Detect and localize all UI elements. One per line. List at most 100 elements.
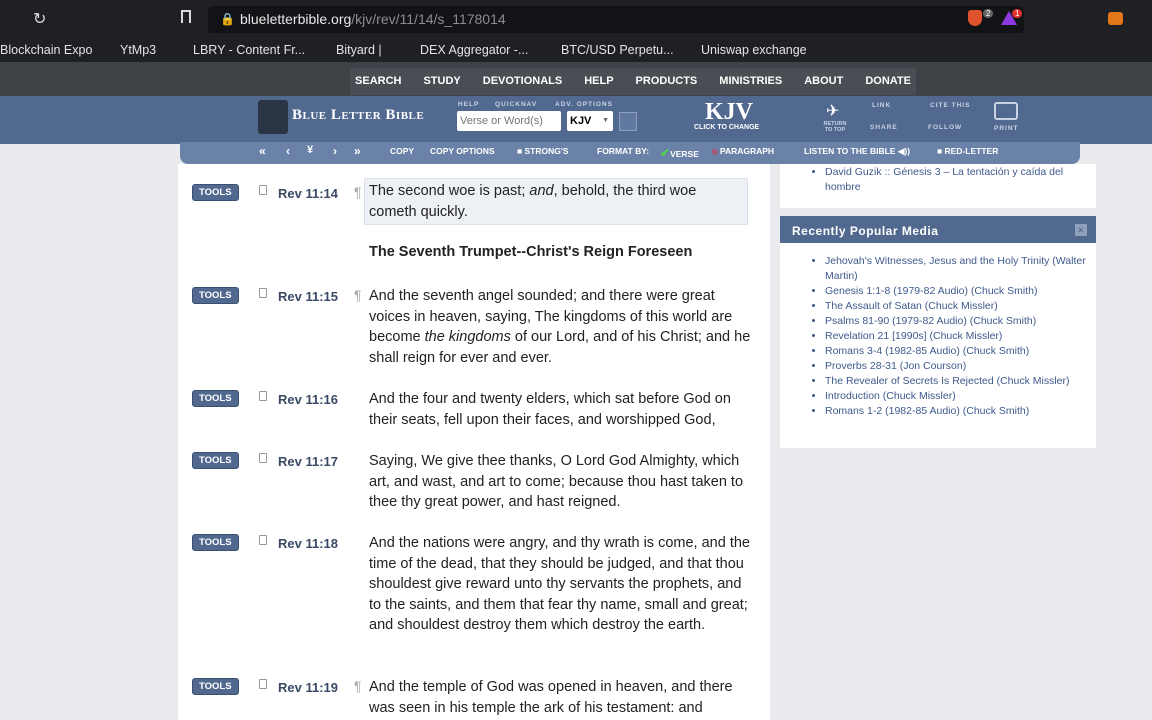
prohibited-icon: ⦸ xyxy=(712,146,718,156)
logo-text[interactable]: Blue Letter Bible xyxy=(292,107,424,124)
brave-shield-icon[interactable] xyxy=(968,10,982,26)
bookmark[interactable]: YtMp3 xyxy=(120,38,156,62)
return-to-top[interactable]: RETURN TO TOP xyxy=(820,121,850,133)
nav-products[interactable]: PRODUCTS xyxy=(625,68,709,95)
copy-button[interactable]: COPY xyxy=(390,146,414,156)
chapter-menu-button[interactable]: ¥ xyxy=(307,144,313,156)
media-item[interactable]: The Assault of Satan (Chuck Missler) xyxy=(825,299,1096,314)
nav-about[interactable]: ABOUT xyxy=(793,68,854,95)
help-link[interactable]: HELP xyxy=(458,101,479,108)
red-letter-toggle[interactable]: ■ RED-LETTER xyxy=(937,146,998,156)
bookmark[interactable]: BTC/USD Perpetu... xyxy=(561,38,674,62)
next-chapter-button[interactable]: › xyxy=(333,144,337,158)
site-nav: SEARCH STUDY DEVOTIONALS HELP PRODUCTS M… xyxy=(350,68,916,95)
listen-button[interactable]: LISTEN TO THE BIBLE ◀)) xyxy=(804,146,910,157)
verse-ref[interactable]: Rev 11:15 xyxy=(278,289,338,304)
nav-donate[interactable]: DONATE xyxy=(854,68,922,95)
share-button[interactable]: SHARE xyxy=(870,124,898,131)
tools-button[interactable]: TOOLS xyxy=(192,184,239,201)
bible-logo-icon[interactable] xyxy=(258,100,288,134)
go-button[interactable] xyxy=(619,112,637,131)
format-by-label: FORMAT BY: xyxy=(597,146,650,156)
verse-text: And the temple of God was opened in heav… xyxy=(369,679,733,716)
chevron-down-icon: ▼ xyxy=(602,117,609,124)
media-item[interactable]: Psalms 81-90 (1979-82 Audio) (Chuck Smit… xyxy=(825,314,1096,329)
verse-ref[interactable]: Rev 11:18 xyxy=(278,536,338,551)
metamask-icon[interactable] xyxy=(1108,12,1123,25)
search-input[interactable] xyxy=(457,111,561,131)
media-item[interactable]: Romans 1-2 (1982-85 Audio) (Chuck Smith) xyxy=(825,404,1096,419)
copy-icon[interactable] xyxy=(259,185,267,195)
tools-button[interactable]: TOOLS xyxy=(192,452,239,469)
media-item[interactable]: Introduction (Chuck Missler) xyxy=(825,389,1096,404)
tools-button[interactable]: TOOLS xyxy=(192,534,239,551)
first-chapter-button[interactable]: « xyxy=(259,144,266,158)
nav-search[interactable]: SEARCH xyxy=(344,68,412,95)
sidebar-prev-widget: David Guzik :: Génesis 3 – La tentación … xyxy=(780,164,1096,208)
bookmark-icon[interactable] xyxy=(181,10,191,23)
nav-devotionals[interactable]: DEVOTIONALS xyxy=(472,68,573,95)
check-icon: ✔ xyxy=(660,146,671,160)
copy-options-button[interactable]: COPY OPTIONS xyxy=(430,146,495,156)
reload-icon[interactable]: ↻ xyxy=(33,9,46,29)
cite-button[interactable]: CITE THIS xyxy=(930,102,970,109)
quicknav-link[interactable]: QUICKNAV xyxy=(495,101,537,108)
bookmark[interactable]: DEX Aggregator -... xyxy=(420,38,528,62)
speaker-icon: ◀)) xyxy=(897,146,911,156)
verse-ref[interactable]: Rev 11:14 xyxy=(278,186,338,201)
tools-button[interactable]: TOOLS xyxy=(192,287,239,304)
pilcrow-icon: ¶ xyxy=(354,678,362,694)
bookmark[interactable]: Blockchain Expo xyxy=(0,38,92,62)
close-icon[interactable]: × xyxy=(1075,224,1087,236)
follow-button[interactable]: FOLLOW xyxy=(928,124,962,131)
widget-title: Recently Popular Media × xyxy=(780,216,1096,243)
bookmark[interactable]: Uniswap exchange xyxy=(701,38,807,62)
version-select[interactable]: KJV ▼ xyxy=(567,111,613,131)
section-heading: The Seventh Trumpet--Christ's Reign Fore… xyxy=(369,244,693,260)
copy-icon[interactable] xyxy=(259,679,267,689)
media-item[interactable]: Revelation 21 [1990s] (Chuck Missler) xyxy=(825,329,1096,344)
print-button[interactable]: PRINT xyxy=(994,125,1019,132)
nav-ministries[interactable]: MINISTRIES xyxy=(708,68,793,95)
recently-popular-media: Recently Popular Media × Jehovah's Witne… xyxy=(780,216,1096,448)
verse-text: Saying, We give thee thanks, O Lord God … xyxy=(369,453,744,511)
link-button[interactable]: LINK xyxy=(872,102,891,109)
tools-button[interactable]: TOOLS xyxy=(192,678,239,695)
media-item[interactable]: David Guzik :: Génesis 3 – La tentación … xyxy=(825,165,1096,195)
format-paragraph-option[interactable]: ⦸ PARAGRAPH xyxy=(712,146,774,157)
verse-ref[interactable]: Rev 11:19 xyxy=(278,680,338,695)
browser-toolbar: ↻ 🔒 blueletterbible.org/kjv/rev/11/14/s_… xyxy=(0,0,1152,38)
nav-help[interactable]: HELP xyxy=(573,68,624,95)
verse-ref[interactable]: Rev 11:16 xyxy=(278,392,338,407)
verse-ref[interactable]: Rev 11:17 xyxy=(278,454,338,469)
media-item[interactable]: Jehovah's Witnesses, Jesus and the Holy … xyxy=(825,254,1096,284)
copy-icon[interactable] xyxy=(259,391,267,401)
version-display[interactable]: KJV xyxy=(705,99,753,126)
prev-chapter-button[interactable]: ‹ xyxy=(286,144,290,158)
pilcrow-icon: ¶ xyxy=(354,287,362,303)
nav-study[interactable]: STUDY xyxy=(412,68,471,95)
media-item[interactable]: Genesis 1:1-8 (1979-82 Audio) (Chuck Smi… xyxy=(825,284,1096,299)
click-to-change[interactable]: CLICK TO CHANGE xyxy=(694,124,759,131)
verse-text: And the seventh angel sounded; and there… xyxy=(369,288,751,366)
media-item[interactable]: Proverbs 28-31 (Jon Courson) xyxy=(825,359,1096,374)
bookmarks-bar: Blockchain Expo YtMp3 LBRY - Content Fr.… xyxy=(0,38,1152,62)
verse-text: And the nations were angry, and thy wrat… xyxy=(369,535,750,634)
return-to-top-icon[interactable]: ✈ xyxy=(826,101,839,121)
copy-icon[interactable] xyxy=(259,288,267,298)
last-chapter-button[interactable]: » xyxy=(354,144,361,158)
format-verse-option[interactable]: ✔VERSE xyxy=(660,146,699,160)
media-item[interactable]: Romans 3-4 (1982-85 Audio) (Chuck Smith) xyxy=(825,344,1096,359)
strongs-toggle[interactable]: ■ STRONG'S xyxy=(517,146,569,156)
address-bar[interactable]: 🔒 blueletterbible.org/kjv/rev/11/14/s_11… xyxy=(208,6,1024,33)
adv-options-link[interactable]: ADV. OPTIONS xyxy=(555,101,613,108)
bookmark[interactable]: LBRY - Content Fr... xyxy=(193,38,305,62)
verse-text: The second woe is past; and, behold, the… xyxy=(364,178,748,226)
verse-text: And the four and twenty elders, which sa… xyxy=(369,391,731,428)
media-item[interactable]: The Revealer of Secrets Is Rejected (Chu… xyxy=(825,374,1096,389)
print-icon[interactable] xyxy=(994,102,1018,120)
copy-icon[interactable] xyxy=(259,453,267,463)
bookmark[interactable]: Bityard | xyxy=(336,38,382,62)
tools-button[interactable]: TOOLS xyxy=(192,390,239,407)
copy-icon[interactable] xyxy=(259,535,267,545)
